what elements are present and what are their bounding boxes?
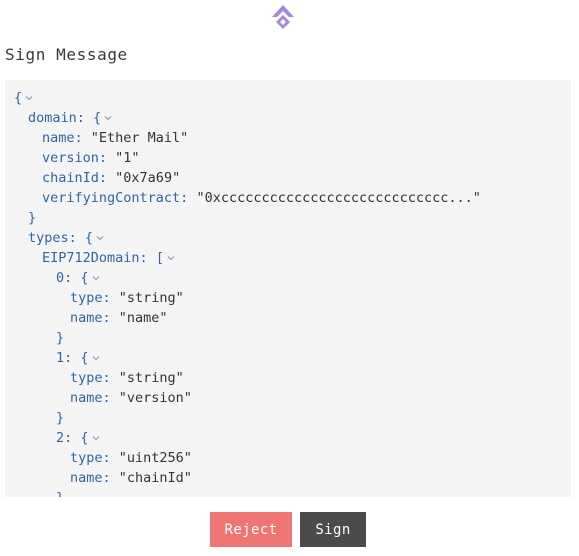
json-value: "string" (118, 290, 184, 306)
json-separator: : (64, 350, 81, 366)
json-bracket: } (56, 490, 64, 497)
chevron-down-icon[interactable] (95, 233, 105, 243)
json-pair-line: version: "1" (5, 148, 571, 168)
json-key: name (42, 130, 75, 146)
json-separator: : (139, 250, 156, 266)
chevron-down-icon[interactable] (91, 433, 101, 443)
json-key: name (70, 310, 103, 326)
json-viewer[interactable]: {domain: {name: "Ether Mail" version: "1"… (5, 80, 571, 497)
json-pair-line: name: "Ether Mail" (5, 128, 571, 148)
json-key: types (28, 230, 69, 246)
json-key: 2 (56, 430, 65, 446)
json-bracket: { (84, 230, 94, 246)
json-separator: : (74, 130, 91, 146)
reject-button[interactable]: Reject (210, 512, 292, 547)
json-value: "uint256" (118, 450, 192, 466)
json-tree: {domain: {name: "Ether Mail" version: "1"… (5, 80, 571, 497)
json-pair-line: chainId: "0x7a69" (5, 168, 571, 188)
json-key: name (70, 470, 103, 486)
json-separator: : (102, 370, 119, 386)
json-key: chainId (42, 170, 99, 186)
json-pair-line: name: "name" (5, 308, 571, 328)
json-key: type (70, 450, 103, 466)
json-node-line[interactable]: 0: { (5, 268, 571, 288)
json-close-line: } (5, 408, 571, 428)
json-pair-line: verifyingContract: "0xcccccccccccccccccc… (5, 188, 571, 208)
json-key: type (70, 290, 103, 306)
json-pair-line: name: "chainId" (5, 468, 571, 488)
json-pair-line: type: "string" (5, 288, 571, 308)
chevron-down-icon[interactable] (24, 93, 34, 103)
json-value: "0xcccccccccccccccccccccccccccc..." (196, 190, 481, 206)
json-bracket: { (80, 350, 89, 366)
json-bracket: { (14, 90, 23, 106)
json-value: "chainId" (118, 470, 192, 486)
json-key: type (70, 370, 103, 386)
json-bracket: } (28, 210, 37, 226)
chevron-down-icon[interactable] (166, 253, 176, 263)
json-bracket: [ (155, 250, 164, 266)
json-node-line[interactable]: 1: { (5, 348, 571, 368)
json-separator: : (98, 150, 116, 166)
json-bracket: { (80, 270, 89, 286)
json-separator: : (76, 110, 94, 126)
chevron-down-icon[interactable] (91, 353, 101, 363)
page-title: Sign Message (5, 45, 128, 64)
json-node-line[interactable]: EIP712Domain: [ (5, 248, 571, 268)
json-key: verifyingContract (42, 190, 181, 206)
json-node-line[interactable]: domain: { (5, 108, 571, 128)
json-node-line[interactable]: { (5, 88, 571, 108)
json-value: "version" (118, 390, 192, 406)
json-close-line: } (5, 328, 571, 348)
json-key: EIP712Domain (42, 250, 140, 266)
json-pair-line: name: "version" (5, 388, 571, 408)
json-separator: : (102, 470, 119, 486)
json-close-line: } (5, 208, 571, 228)
json-value: "string" (118, 370, 184, 386)
json-node-line[interactable]: 2: { (5, 428, 571, 448)
json-value: "Ether Mail" (90, 130, 189, 146)
chevron-down-icon[interactable] (91, 273, 101, 283)
sign-button[interactable]: Sign (300, 512, 366, 547)
json-separator: : (102, 310, 119, 326)
json-value: "1" (115, 150, 140, 166)
json-separator: : (102, 390, 119, 406)
json-key: 0 (56, 270, 65, 286)
json-pair-line: type: "string" (5, 368, 571, 388)
json-separator: : (64, 430, 81, 446)
chevron-down-icon[interactable] (103, 113, 113, 123)
json-value: "0x7a69" (115, 170, 181, 186)
json-separator: : (68, 230, 85, 246)
json-node-line[interactable]: types: { (5, 228, 571, 248)
json-separator: : (102, 450, 119, 466)
json-bracket: } (56, 410, 65, 426)
json-bracket: } (56, 330, 65, 346)
json-value: "name" (118, 310, 168, 326)
json-bracket: { (93, 110, 102, 126)
json-pair-line: type: "uint256" (5, 448, 571, 468)
arbitrum-logo-icon (269, 4, 297, 30)
json-separator: : (98, 170, 116, 186)
json-close-line: } (5, 488, 571, 497)
json-key: 1 (56, 350, 65, 366)
json-separator: : (180, 190, 197, 206)
json-key: name (70, 390, 103, 406)
json-key: version (42, 150, 99, 166)
json-separator: : (64, 270, 81, 286)
json-separator: : (102, 290, 119, 306)
json-key: domain (28, 110, 77, 126)
sign-message-window: Sign Message {domain: {name: "Ether Mail… (0, 0, 579, 556)
json-bracket: { (80, 430, 89, 446)
